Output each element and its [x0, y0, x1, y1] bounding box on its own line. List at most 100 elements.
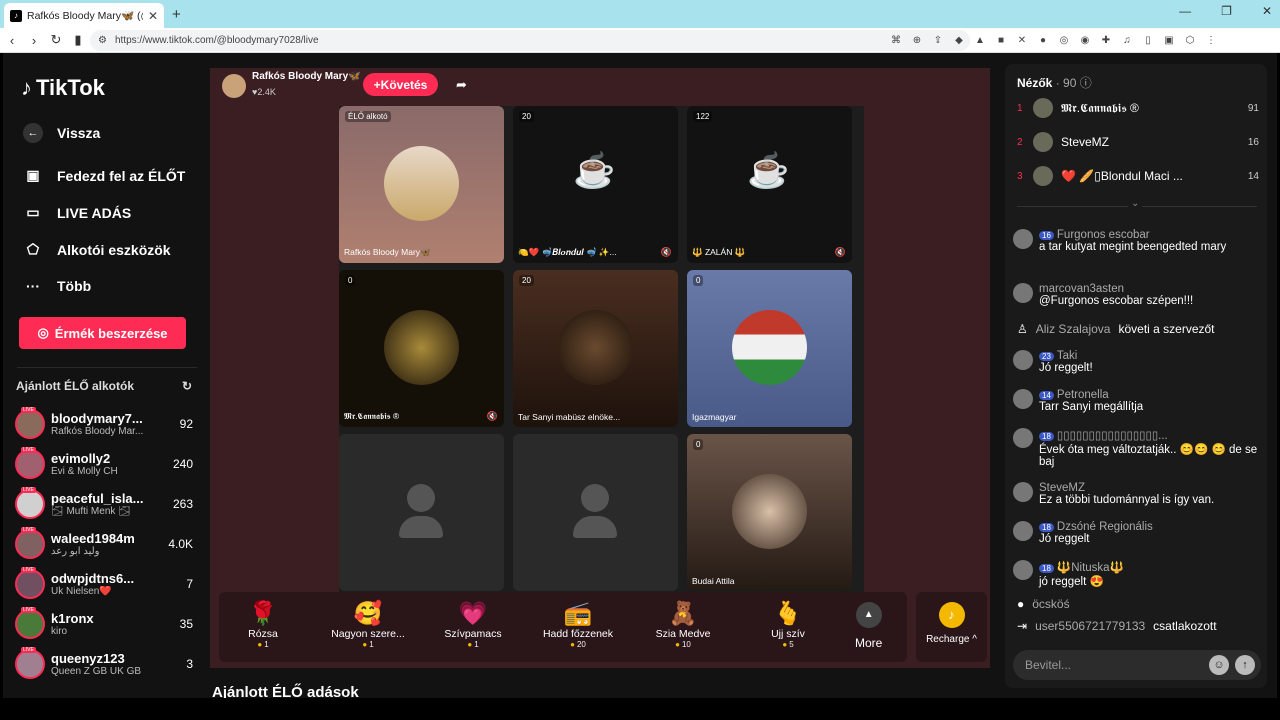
guest-tile[interactable]	[339, 434, 504, 591]
nav-go-live[interactable]: ▭ LIVE ADÁS	[23, 204, 131, 221]
system-event-text: követi a szervezőt	[1118, 322, 1215, 336]
chat-avatar[interactable]	[1013, 389, 1033, 409]
follow-button[interactable]: +Követés	[363, 73, 438, 96]
chat-avatar[interactable]	[1013, 428, 1033, 448]
rewards-icon[interactable]: ▲	[974, 35, 986, 46]
vpn-icon[interactable]: ⬡	[1184, 35, 1196, 46]
extension-icon[interactable]: ◎	[1058, 35, 1070, 46]
chat-message: 18 ▯▯▯▯▯▯▯▯▯▯▯▯▯▯▯▯... Évek óta meg változ…	[1013, 428, 1259, 468]
tiktok-logo[interactable]: ♪ TikTok	[21, 75, 105, 101]
guest-tile[interactable]: ☕ 122 🔱 ZALÁN 🔱 🔇	[687, 106, 852, 263]
chat-username[interactable]: 🔱Nituska🔱	[1057, 562, 1124, 574]
media-icon[interactable]: ♫	[1121, 35, 1133, 46]
chat-avatar[interactable]	[1013, 560, 1033, 580]
emoji-icon[interactable]: ☺	[1209, 655, 1229, 675]
creator-item[interactable]: LIVE k1ronx kiro 35	[15, 605, 193, 643]
chat-input[interactable]: Bevitel... ☺ ↑	[1013, 650, 1261, 680]
new-tab-icon[interactable]: +	[172, 6, 181, 23]
creator-subtitle: kiro	[51, 626, 68, 637]
chat-username[interactable]: Aliz Szalajova	[1036, 322, 1111, 336]
tab-title: Rafkós Bloody Mary🦋 (@blo	[27, 10, 143, 22]
url-field[interactable]: ⚙ https://www.tiktok.com/@bloodymary7028…	[90, 30, 970, 51]
recharge-button[interactable]: ♪ Recharge ^	[916, 592, 987, 662]
refresh-icon[interactable]: ↻	[182, 379, 192, 393]
browser-tab[interactable]: ♪ Rafkós Bloody Mary🦋 (@blo ✕	[4, 3, 164, 28]
chat-username[interactable]: ▯▯▯▯▯▯▯▯▯▯▯▯▯▯▯▯...	[1057, 430, 1168, 442]
zoom-icon[interactable]: ⊕	[911, 35, 923, 46]
chat-avatar[interactable]	[1013, 521, 1033, 541]
puzzle-icon[interactable]: ✚	[1100, 35, 1112, 46]
gift-item[interactable]: 💗 Szívpamacs1	[428, 598, 518, 649]
site-settings-icon[interactable]: ⚙	[98, 35, 107, 46]
restore-icon[interactable]: ❐	[1221, 4, 1232, 18]
back-icon[interactable]: ‹	[2, 33, 22, 48]
minimize-icon[interactable]: —	[1179, 4, 1191, 18]
chat-avatar[interactable]	[1013, 482, 1033, 502]
chat-avatar[interactable]	[1013, 350, 1033, 370]
gift-item[interactable]: 📻 Hadd főzzenek20	[533, 598, 623, 649]
guest-tile[interactable]: 0 Budai Attila	[687, 434, 852, 591]
close-tab-icon[interactable]: ✕	[148, 9, 158, 23]
nav-creator-tools[interactable]: ⬠ Alkotói eszközök	[23, 241, 171, 258]
top-viewer[interactable]: 3 ❤️ 🥖▯Blondul Maci ... 14	[1017, 164, 1259, 188]
live-badge: LIVE	[21, 607, 36, 613]
translate-icon[interactable]: ⌘	[890, 35, 902, 46]
gift-item[interactable]: 🥰 Nagyon szere...1	[323, 598, 413, 649]
extension-icon[interactable]: ✕	[1016, 35, 1028, 46]
chat-username[interactable]: Petronella	[1057, 389, 1109, 401]
chat-message-body: 14 Petronella Tarr Sanyi megállítja	[1039, 389, 1143, 413]
creator-item[interactable]: LIVE evimolly2 Évi & Molly CH 240	[15, 445, 193, 483]
menu-icon[interactable]: ⋮	[1205, 35, 1217, 46]
chat-username[interactable]: Taki	[1057, 350, 1077, 362]
creator-item[interactable]: LIVE peaceful_isla... 🌫 Mufti Menk 🌫 263	[15, 485, 193, 523]
host-info[interactable]: Rafkós Bloody Mary🦋 ♥2.4K	[222, 71, 361, 100]
more-gifts-button[interactable]: ▲ More	[855, 602, 882, 650]
chevron-down-icon[interactable]: ⌄	[1128, 198, 1143, 209]
guest-tile[interactable]: ☕ 20 🍋❤️ 🤿𝑩𝒍𝒐𝒏𝒅𝒖𝒍 🤿 ✨... 🔇	[513, 106, 678, 263]
chat-username[interactable]: Dzsóné Regionális	[1057, 521, 1153, 533]
creator-item[interactable]: LIVE bloodymary7... Rafkós Bloody Mar... 92	[15, 405, 193, 443]
host-avatar[interactable]	[222, 73, 246, 98]
chat-username[interactable]: marcovan3asten	[1039, 283, 1124, 295]
viewers-header[interactable]: Nézők · 90 ⓘ	[1017, 74, 1092, 91]
forward-icon[interactable]: ›	[24, 33, 44, 48]
guest-tile[interactable]	[513, 434, 678, 591]
share-icon[interactable]: ⇪	[932, 35, 944, 46]
creator-item[interactable]: LIVE odwpjdtns6... Uk Nielsen❤️ 7	[15, 565, 193, 603]
extension-icon[interactable]: ■	[995, 35, 1007, 46]
brave-shield-icon[interactable]: ◆	[953, 35, 965, 46]
guest-tile[interactable]: ÉLŐ alkotó Rafkós Bloody Mary🦋	[339, 106, 504, 263]
extension-icon[interactable]: ◉	[1079, 35, 1091, 46]
viewer-avatar	[1033, 166, 1053, 186]
chat-username[interactable]: Furgonos escobar	[1057, 229, 1150, 241]
close-window-icon[interactable]: ✕	[1262, 4, 1272, 18]
sidebar-icon[interactable]: ▯	[1142, 35, 1154, 46]
gift-item[interactable]: 🫰 Ujj szív5	[743, 598, 833, 649]
chat-avatar[interactable]	[1013, 229, 1033, 249]
gift-item[interactable]: 🌹 Rózsa1	[218, 598, 308, 649]
nav-explore-live[interactable]: ▣ Fedezd fel az ÉLŐT	[23, 167, 185, 184]
extension-icon[interactable]: ●	[1037, 35, 1049, 46]
creator-item[interactable]: LIVE queenyz123 Queen Z GB UK GB 3	[15, 645, 193, 683]
creator-item[interactable]: LIVE waleed1984m وليد ابو رعد 4.0K	[15, 525, 193, 563]
bookmark-icon[interactable]: ▮	[68, 32, 88, 48]
share-icon[interactable]: ➦	[456, 77, 467, 93]
guest-tile[interactable]: 0 𝕸𝖗.𝕮𝖆𝖓𝖓𝖆𝖇𝖎𝖘 ® 🔇	[339, 270, 504, 427]
get-coins-button[interactable]: ◎ Érmék beszerzése	[19, 317, 186, 349]
guest-tile[interactable]: 20 Tar Sanyi mabüsz elnöke...	[513, 270, 678, 427]
nav-more[interactable]: ··· Több	[23, 278, 91, 294]
chat-username[interactable]: user5506721779133	[1035, 619, 1145, 633]
guest-tile[interactable]: 0 Igazmagyar	[687, 270, 852, 427]
send-icon[interactable]: ↑	[1235, 655, 1255, 675]
chat-username[interactable]: SteveMZ	[1039, 482, 1085, 494]
top-viewer[interactable]: 1 𝕸𝖗.𝕮𝖆𝖓𝖓𝖆𝖇𝖎𝖘 ® 91	[1017, 96, 1259, 120]
chat-avatar[interactable]	[1013, 283, 1033, 303]
top-viewer[interactable]: 2 SteveMZ 16	[1017, 130, 1259, 154]
fan-level-badge: 18	[1039, 432, 1054, 441]
info-icon[interactable]: ⓘ	[1080, 76, 1092, 90]
back-link[interactable]: ← Vissza	[23, 123, 100, 143]
reload-icon[interactable]: ↻	[46, 32, 66, 48]
wallet-icon[interactable]: ▣	[1163, 35, 1175, 46]
gift-item[interactable]: 🧸 Szia Medve10	[638, 598, 728, 649]
chat-username[interactable]: öcsköś	[1032, 597, 1069, 611]
